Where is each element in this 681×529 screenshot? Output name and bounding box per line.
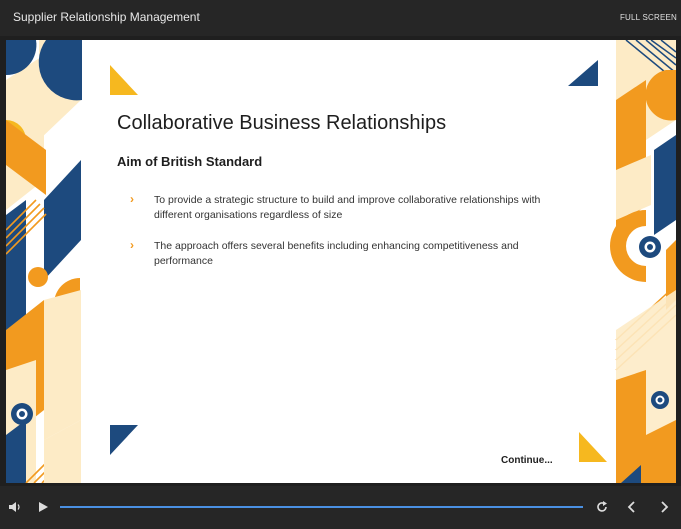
volume-icon[interactable] (8, 500, 22, 514)
bullet-list: › To provide a strategic structure to bu… (130, 192, 580, 285)
triangle-top-right (568, 60, 598, 86)
right-pattern (610, 40, 676, 483)
fullscreen-button[interactable]: FULL SCREEN (620, 13, 677, 22)
progress-fill (60, 506, 583, 508)
bullet-text: To provide a strategic structure to buil… (154, 194, 541, 221)
slide-subtitle: Aim of British Standard (117, 154, 263, 169)
bullet-text: The approach offers several benefits inc… (154, 240, 519, 267)
play-icon[interactable] (37, 501, 49, 513)
left-pattern (6, 40, 82, 483)
triangle-bottom-left (110, 425, 138, 455)
prev-icon[interactable] (626, 500, 638, 514)
app-title: Supplier Relationship Management (13, 10, 200, 24)
progress-bar[interactable] (60, 506, 583, 508)
slide-stage: Collaborative Business Relationships Aim… (6, 40, 676, 483)
bullet-item: › To provide a strategic structure to bu… (130, 192, 580, 223)
player-controls (0, 486, 681, 529)
slide-title: Collaborative Business Relationships (117, 112, 447, 134)
bullet-item: › The approach offers several benefits i… (130, 238, 580, 269)
chevron-right-icon: › (130, 192, 134, 206)
continue-button[interactable]: Continue... (501, 455, 553, 466)
next-icon[interactable] (658, 500, 670, 514)
chevron-right-icon: › (130, 238, 134, 252)
top-bar: Supplier Relationship Management FULL SC… (0, 0, 681, 36)
triangle-top-left (110, 65, 138, 95)
triangle-bottom-right (579, 432, 607, 462)
replay-icon[interactable] (595, 500, 609, 514)
